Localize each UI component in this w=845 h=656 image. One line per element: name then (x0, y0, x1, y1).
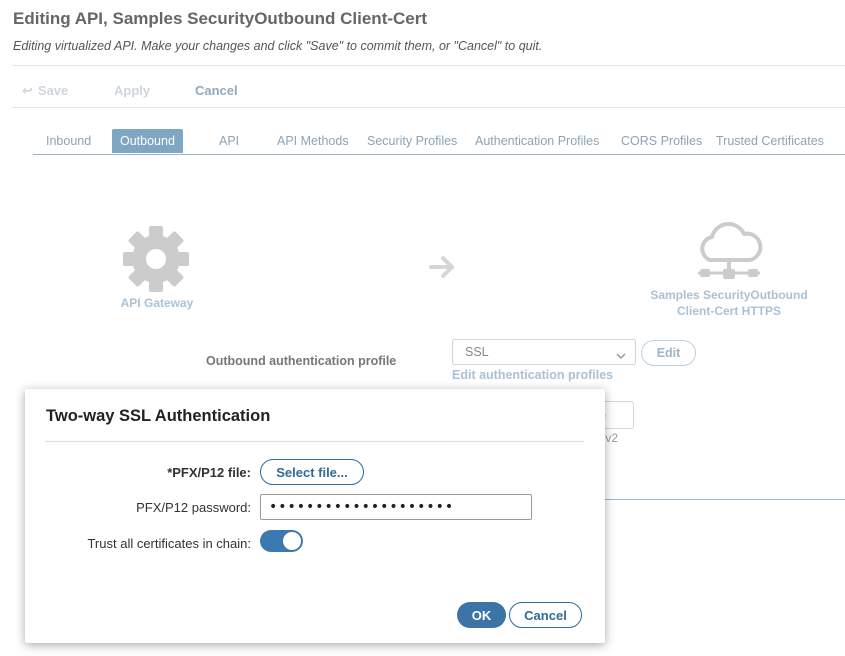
dialog-cancel-button[interactable]: Cancel (509, 602, 582, 628)
tab-bar: Inbound Outbound API API Methods Securit… (33, 129, 845, 155)
service-label-line1: Samples SecurityOutbound (650, 288, 808, 302)
tab-cors-profiles[interactable]: CORS Profiles (613, 129, 710, 153)
tab-security-profiles[interactable]: Security Profiles (359, 129, 465, 153)
header-divider (12, 65, 845, 66)
undo-icon: ↩ (22, 83, 33, 98)
pfx-password-input[interactable] (260, 494, 532, 520)
outbound-auth-profile-label: Outbound authentication profile (206, 354, 397, 368)
tab-api-methods[interactable]: API Methods (269, 129, 357, 153)
tab-outbound[interactable]: Outbound (112, 129, 183, 153)
save-button[interactable]: ↩ Save (22, 83, 68, 99)
save-button-label: Save (37, 83, 69, 98)
toolbar-divider (12, 107, 845, 108)
pfx-file-label: *PFX/P12 file: (167, 465, 251, 480)
api-gateway-label: API Gateway (120, 296, 194, 310)
arrow-right-icon (428, 252, 458, 282)
apply-button[interactable]: Apply (114, 83, 150, 98)
edit-authentication-profiles-link[interactable]: Edit authentication profiles (452, 368, 613, 382)
service-label-line2: Client-Cert HTTPS (676, 304, 781, 318)
dialog-divider (45, 441, 584, 442)
two-way-ssl-dialog: Two-way SSL Authentication *PFX/P12 file… (25, 389, 605, 643)
edit-profile-button[interactable]: Edit (641, 340, 696, 366)
toggle-knob (283, 532, 301, 550)
cloud-service-icon (694, 220, 764, 282)
select-file-button[interactable]: Select file... (260, 459, 364, 485)
service-label: Samples SecurityOutbound Client-Cert HTT… (630, 287, 828, 319)
ok-button[interactable]: OK (457, 602, 506, 628)
dialog-title: Two-way SSL Authentication (46, 407, 271, 425)
cancel-edit-button[interactable]: Cancel (195, 83, 238, 98)
auth-profile-select[interactable]: SSL (452, 339, 636, 365)
chevron-down-icon (615, 346, 627, 360)
pfx-password-label: PFX/P12 password: (136, 500, 251, 515)
tab-inbound[interactable]: Inbound (38, 129, 99, 153)
tab-trusted-certificates[interactable]: Trusted Certificates (708, 129, 832, 153)
auth-profile-value: SSL (465, 345, 489, 359)
trust-all-certs-label: Trust all certificates in chain: (87, 536, 251, 551)
page-subtitle: Editing virtualized API. Make your chang… (13, 39, 543, 53)
gear-icon (123, 226, 189, 292)
trust-all-certs-toggle[interactable] (260, 530, 303, 552)
tab-authentication-profiles[interactable]: Authentication Profiles (467, 129, 607, 153)
tab-api[interactable]: API (211, 129, 247, 153)
page-title: Editing API, Samples SecurityOutbound Cl… (13, 9, 428, 28)
